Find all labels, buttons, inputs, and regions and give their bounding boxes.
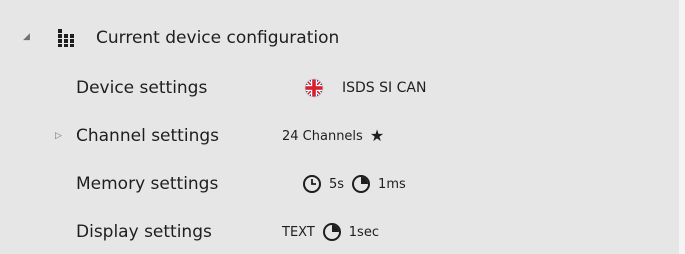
channel-count-text: 24 Channels (282, 128, 363, 144)
device-settings-value: ISDS SI CAN (304, 74, 426, 102)
clock-icon (302, 174, 322, 194)
row-label-memory-settings: Memory settings (76, 174, 219, 194)
row-label-channel-settings: Channel settings (76, 126, 219, 146)
display-refresh-text: 1sec (348, 224, 379, 240)
tree-root-current-device-configuration[interactable]: ◢ Current device configuration (0, 20, 679, 56)
grid-icon (57, 28, 77, 48)
memory-interval-text: 5s (329, 176, 345, 192)
channel-settings-value: 24 Channels ★ (282, 122, 384, 150)
uk-flag-icon (304, 78, 324, 98)
tree-root-label: Current device configuration (96, 28, 340, 48)
memory-settings-value: 5s 1ms (302, 170, 406, 198)
display-settings-value: TEXT 1sec (282, 218, 379, 246)
display-mode-text: TEXT (282, 224, 315, 240)
collapse-arrow-icon[interactable]: ◢ (23, 32, 30, 42)
pie-clock-icon (322, 222, 342, 242)
row-label-display-settings: Display settings (76, 222, 212, 242)
tree-row-channel-settings[interactable]: ▷ Channel settings 24 Channels ★ (0, 116, 679, 156)
tree-row-device-settings[interactable]: Device settings ISDS SI CAN (0, 68, 679, 108)
star-icon: ★ (369, 126, 385, 145)
memory-resolution-text: 1ms (378, 176, 406, 192)
tree-row-display-settings[interactable]: Display settings TEXT 1sec (0, 212, 679, 252)
row-label-device-settings: Device settings (76, 78, 208, 98)
device-config-tree: ◢ Current device configuration Device se… (0, 0, 679, 254)
device-name-text: ISDS SI CAN (342, 80, 427, 96)
expand-arrow-icon[interactable]: ▷ (55, 131, 62, 141)
pie-clock-icon (351, 174, 371, 194)
tree-row-memory-settings[interactable]: Memory settings 5s 1ms (0, 164, 679, 204)
panel-edge (679, 0, 685, 254)
